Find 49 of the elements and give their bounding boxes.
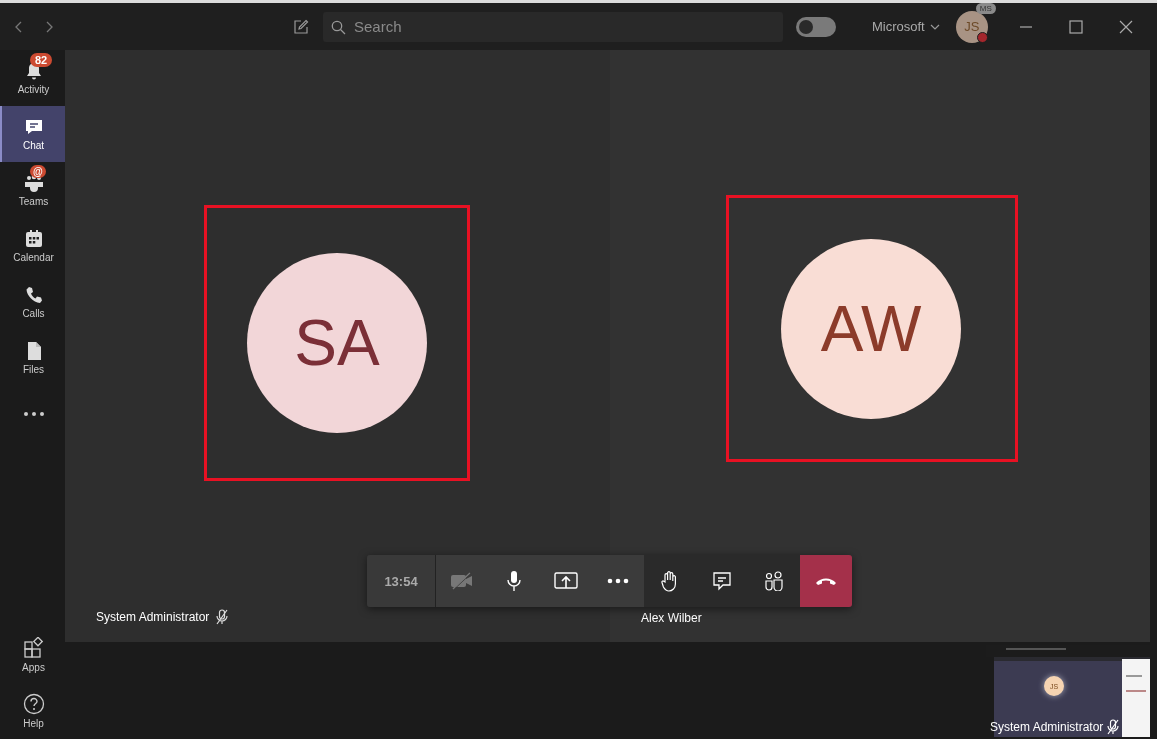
rail-item[interactable]: Chat — [0, 106, 65, 162]
participant-avatar: SA — [247, 253, 427, 433]
hangup-icon — [815, 576, 837, 586]
search-field[interactable]: Search — [323, 11, 783, 42]
close-icon[interactable] — [1117, 18, 1134, 35]
rail-item[interactable]: Files — [0, 330, 65, 386]
raise-hand-button[interactable] — [644, 555, 696, 607]
rail-label: Teams — [18, 196, 49, 207]
participant-name: System Administrator — [96, 610, 210, 624]
calendar-icon — [23, 229, 44, 249]
rail-item[interactable]: Apps — [0, 627, 65, 683]
participants-button[interactable] — [748, 555, 800, 607]
org-switcher[interactable]: Microsoft — [872, 19, 940, 34]
participants-icon — [764, 571, 784, 591]
toggle-switch[interactable] — [796, 16, 836, 37]
chevron-down-icon — [929, 23, 940, 30]
camera-off-icon — [450, 572, 474, 590]
rail-label: Chat — [22, 140, 45, 151]
rail-item[interactable]: Calls — [0, 274, 65, 330]
rail-label: Files — [22, 364, 45, 375]
notification-badge: @ — [30, 165, 46, 178]
more-icon — [607, 578, 629, 584]
rail-label: Calls — [22, 308, 45, 319]
mic-off-icon — [215, 609, 230, 625]
participant-name: System Administrator — [990, 720, 1104, 734]
call-timer: 13:54 — [367, 555, 436, 607]
rail-label: Apps — [22, 662, 45, 673]
participant-name: Alex Wilber — [641, 611, 702, 625]
compose-icon[interactable] — [293, 18, 309, 35]
participant-avatar: AW — [781, 238, 961, 419]
rail-item[interactable]: @ Teams — [0, 162, 65, 218]
chat-icon — [712, 571, 732, 591]
chat-icon — [23, 117, 44, 137]
apps-icon — [22, 637, 45, 659]
more-icon[interactable] — [22, 411, 45, 417]
maximize-icon[interactable] — [1067, 18, 1084, 35]
rail-item[interactable]: 82 Activity — [0, 50, 65, 106]
rail-label: Calendar — [13, 252, 54, 263]
rail-label: Help — [23, 718, 44, 729]
rail-label: Activity — [17, 84, 50, 95]
org-badge: MS — [975, 2, 996, 14]
rail-item[interactable]: Help — [0, 683, 65, 739]
rail-item[interactable]: Calendar — [0, 218, 65, 274]
notification-badge: 82 — [30, 53, 53, 67]
microphone-icon — [506, 570, 522, 592]
help-icon — [22, 693, 45, 715]
status-dot — [976, 31, 988, 43]
mic-off-icon — [1106, 719, 1121, 735]
share-icon — [554, 571, 578, 591]
